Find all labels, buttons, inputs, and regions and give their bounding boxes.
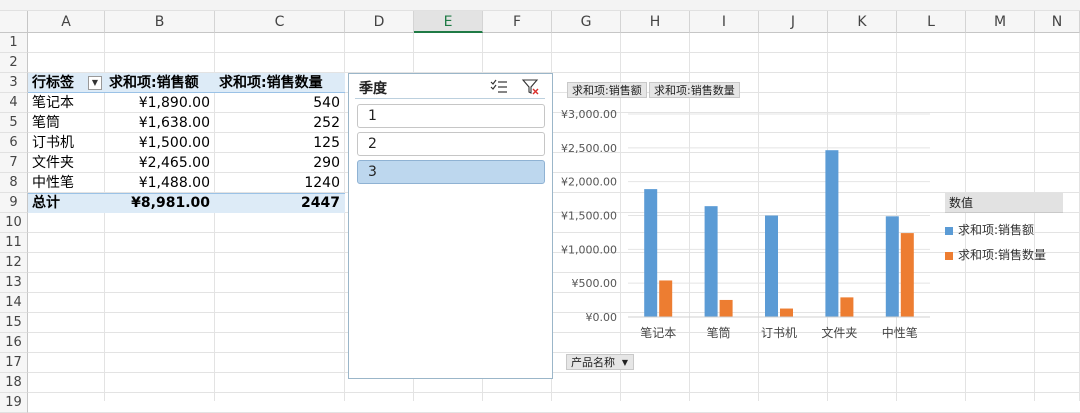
pivot-total-label[interactable]: 总计 bbox=[28, 193, 105, 213]
pivot-row-label[interactable]: 笔记本 bbox=[28, 93, 105, 113]
row-header-6[interactable]: 6 bbox=[0, 133, 28, 153]
row-header-3[interactable]: 3 bbox=[0, 73, 28, 93]
pivot-header-sum-sales[interactable]: 求和项:销售额 bbox=[105, 73, 215, 93]
pivot-row-label[interactable]: 笔筒 bbox=[28, 113, 105, 133]
row-header-12[interactable]: 12 bbox=[0, 253, 28, 273]
column-header-F[interactable]: F bbox=[483, 11, 552, 33]
gridline bbox=[758, 33, 759, 401]
pivot-cell-qty[interactable]: 1240 bbox=[215, 173, 345, 193]
field-button-product-label: 产品名称 bbox=[571, 356, 615, 369]
column-header-C[interactable]: C bbox=[215, 11, 345, 33]
row-header-18[interactable]: 18 bbox=[0, 373, 28, 393]
row-header-5[interactable]: 5 bbox=[0, 113, 28, 133]
slicer-separator bbox=[355, 98, 545, 99]
pivot-row-label[interactable]: 文件夹 bbox=[28, 153, 105, 173]
gridline bbox=[28, 252, 1080, 253]
multi-select-icon[interactable] bbox=[489, 78, 509, 96]
gridline bbox=[827, 33, 828, 401]
pivot-total-qty[interactable]: 2447 bbox=[215, 193, 345, 213]
tab-strip bbox=[0, 0, 1080, 11]
row-header-14[interactable]: 14 bbox=[0, 293, 28, 313]
row-header-19[interactable]: 19 bbox=[0, 393, 28, 413]
column-header-H[interactable]: H bbox=[621, 11, 690, 33]
legend-swatch-qty bbox=[945, 251, 953, 260]
row-header-4[interactable]: 4 bbox=[0, 93, 28, 113]
filter-dropdown-icon[interactable]: ▼ bbox=[88, 76, 102, 90]
gridline bbox=[28, 52, 1080, 53]
legend-swatch-sales bbox=[945, 226, 953, 235]
slicer-item-1[interactable]: 1 bbox=[357, 104, 545, 128]
column-header-L[interactable]: L bbox=[897, 11, 966, 33]
slicer-item-3[interactable]: 3 bbox=[357, 160, 545, 184]
field-button-sales[interactable]: 求和项:销售额 bbox=[567, 82, 647, 98]
pivot-cell-qty[interactable]: 252 bbox=[215, 113, 345, 133]
pivot-header-sum-qty[interactable]: 求和项:销售数量 bbox=[215, 73, 345, 93]
column-header-K[interactable]: K bbox=[828, 11, 897, 33]
pivot-cell-qty[interactable]: 290 bbox=[215, 153, 345, 173]
clear-filter-icon[interactable] bbox=[521, 78, 541, 96]
column-header-A[interactable]: A bbox=[28, 11, 105, 33]
pivot-row-label[interactable]: 中性笔 bbox=[28, 173, 105, 193]
gridline bbox=[28, 392, 1080, 393]
pivot-cell-qty[interactable]: 540 bbox=[215, 93, 345, 113]
select-all-corner[interactable] bbox=[0, 11, 28, 33]
column-header-E[interactable]: E bbox=[414, 11, 483, 33]
row-header-8[interactable]: 8 bbox=[0, 173, 28, 193]
row-header-1[interactable]: 1 bbox=[0, 33, 28, 53]
row-header-7[interactable]: 7 bbox=[0, 153, 28, 173]
chart-legend[interactable]: 数值 求和项:销售额 求和项:销售数量 bbox=[945, 193, 1063, 263]
gridline bbox=[28, 332, 1080, 333]
gridline bbox=[896, 33, 897, 401]
slicer-title: 季度 bbox=[359, 81, 387, 97]
legend-label: 求和项:销售数量 bbox=[958, 248, 1047, 262]
row-header-13[interactable]: 13 bbox=[0, 273, 28, 293]
legend-item-sales: 求和项:销售额 bbox=[945, 221, 1063, 238]
gridline bbox=[28, 312, 1080, 313]
column-header-D[interactable]: D bbox=[345, 11, 414, 33]
gridline bbox=[28, 292, 1080, 293]
slicer-quarter[interactable]: 季度 1 2 3 bbox=[348, 73, 553, 379]
field-button-product[interactable]: 产品名称 ▼ bbox=[566, 354, 634, 370]
row-header-9[interactable]: 9 bbox=[0, 193, 28, 213]
row-header-16[interactable]: 16 bbox=[0, 333, 28, 353]
row-header-2[interactable]: 2 bbox=[0, 53, 28, 73]
pivot-cell-sales[interactable]: ¥1,638.00 bbox=[105, 113, 215, 133]
row-header-11[interactable]: 11 bbox=[0, 233, 28, 253]
gridline bbox=[28, 232, 1080, 233]
row-header-15[interactable]: 15 bbox=[0, 313, 28, 333]
legend-label: 求和项:销售额 bbox=[958, 223, 1035, 237]
column-header-J[interactable]: J bbox=[759, 11, 828, 33]
gridline bbox=[28, 352, 1080, 353]
legend-title: 数值 bbox=[945, 193, 1063, 213]
gridline bbox=[28, 372, 1080, 373]
pivot-row-label[interactable]: 订书机 bbox=[28, 133, 105, 153]
column-header-G[interactable]: G bbox=[552, 11, 621, 33]
pivot-cell-qty[interactable]: 125 bbox=[215, 133, 345, 153]
row-header-10[interactable]: 10 bbox=[0, 213, 28, 233]
column-header-I[interactable]: I bbox=[690, 11, 759, 33]
column-header-B[interactable]: B bbox=[105, 11, 215, 33]
pivot-total-sales[interactable]: ¥8,981.00 bbox=[105, 193, 215, 213]
pivot-cell-sales[interactable]: ¥1,500.00 bbox=[105, 133, 215, 153]
legend-item-qty: 求和项:销售数量 bbox=[945, 246, 1063, 263]
pivot-cell-sales[interactable]: ¥1,890.00 bbox=[105, 93, 215, 113]
column-header-N[interactable]: N bbox=[1035, 11, 1080, 33]
slicer-item-2[interactable]: 2 bbox=[357, 132, 545, 156]
field-button-qty[interactable]: 求和项:销售数量 bbox=[649, 82, 740, 98]
gridline bbox=[28, 272, 1080, 273]
pivot-cell-sales[interactable]: ¥2,465.00 bbox=[105, 153, 215, 173]
row-header-17[interactable]: 17 bbox=[0, 353, 28, 373]
column-header-M[interactable]: M bbox=[966, 11, 1035, 33]
pivot-cell-sales[interactable]: ¥1,488.00 bbox=[105, 173, 215, 193]
chevron-down-icon: ▼ bbox=[621, 358, 628, 367]
